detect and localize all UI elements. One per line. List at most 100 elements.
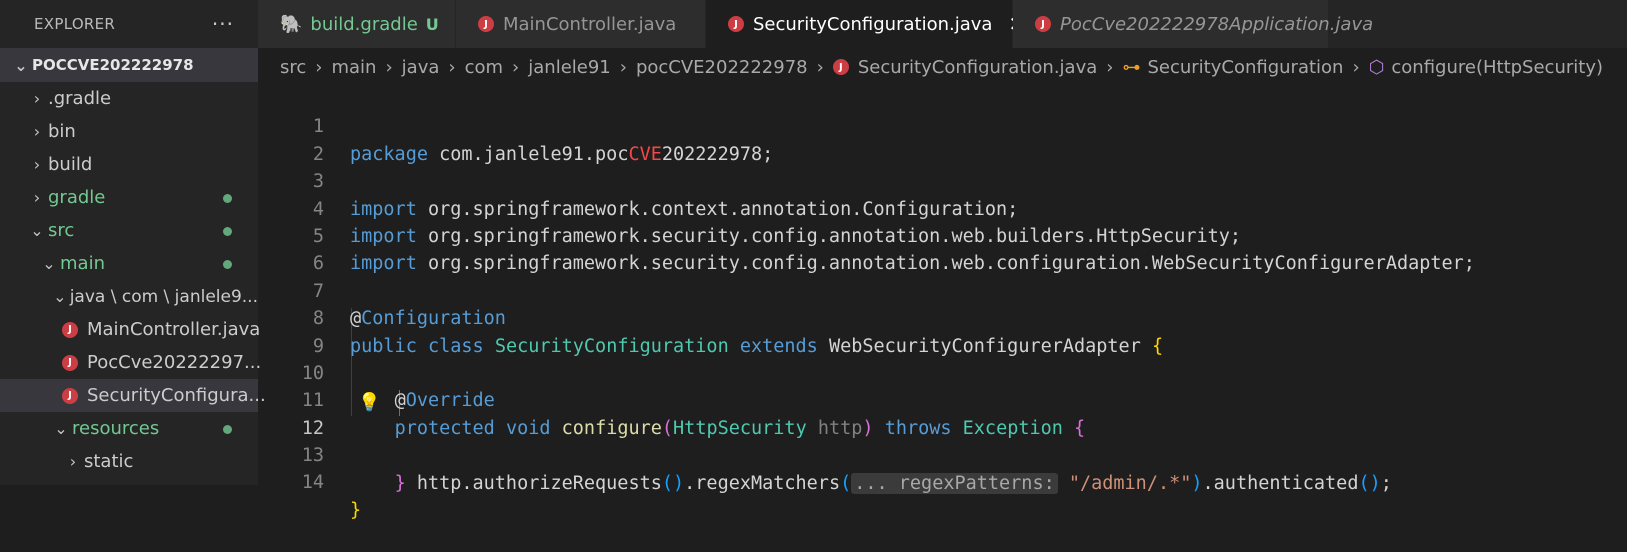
- more-actions-icon[interactable]: ···: [212, 12, 234, 36]
- editor-tabs: 🐘 build.gradle U J MainController.java J…: [258, 0, 1627, 48]
- tree-item-label: src: [48, 220, 75, 241]
- code-line: 9: [258, 305, 1627, 357]
- tab-build-gradle[interactable]: 🐘 build.gradle U: [258, 0, 456, 48]
- tree-item-src[interactable]: ⌄ src: [0, 214, 258, 247]
- chevron-right-icon: ›: [33, 122, 41, 141]
- tree-item-bin[interactable]: › bin: [0, 115, 258, 148]
- breadcrumb-item[interactable]: configure(HttpSecurity): [1391, 57, 1603, 78]
- chevron-right-icon: ›: [33, 155, 41, 174]
- breadcrumb-item[interactable]: SecurityConfiguration.java: [858, 57, 1097, 78]
- chevron-down-icon: ⌄: [53, 287, 67, 306]
- java-file-icon: J: [832, 59, 849, 75]
- breadcrumb-item[interactable]: com: [465, 57, 503, 78]
- modified-dot-icon: [223, 260, 232, 269]
- tree-item-label: bin: [48, 121, 76, 142]
- code-line: 13 }: [258, 415, 1627, 493]
- file-tree: › .gradle › bin › build › gradle ⌄ src ⌄…: [0, 82, 266, 478]
- tree-item-main[interactable]: ⌄ main: [0, 247, 258, 280]
- java-file-icon: J: [62, 321, 78, 338]
- code-line: 11 protected void configure(HttpSecurity…: [258, 360, 1627, 438]
- code-text: http.authorizeRequests().regexMatchers(.…: [416, 472, 1392, 494]
- java-file-icon: J: [1035, 16, 1051, 32]
- tree-item-label: java \ com \ janlele9...: [69, 286, 258, 307]
- chevron-down-icon: ⌄: [54, 419, 68, 438]
- code-line: 10 @Override: [258, 333, 1627, 411]
- code-line: 8 public class SecurityConfiguration ext…: [258, 278, 1627, 356]
- chevron-right-icon: ›: [619, 56, 627, 78]
- chevron-right-icon: ›: [33, 89, 41, 108]
- tree-item-label: static: [84, 451, 134, 472]
- code-line: 5 import org.springframework.security.co…: [258, 196, 1627, 274]
- explorer-title: EXPLORER: [34, 15, 116, 33]
- code-line: 3 import org.springframework.context.ann…: [258, 141, 1627, 219]
- line-number: 14: [301, 472, 324, 494]
- modified-dot-icon: [223, 227, 232, 236]
- chevron-down-icon: ⌄: [30, 221, 44, 240]
- chevron-right-icon: ›: [448, 56, 456, 78]
- tree-item-label: build: [48, 154, 93, 175]
- code-line: 2: [258, 113, 1627, 165]
- breadcrumb-item[interactable]: main: [331, 57, 376, 78]
- tree-item-securityconfiguration[interactable]: J SecurityConfigura...: [0, 379, 266, 412]
- java-file-icon: J: [62, 387, 78, 404]
- code-line: 4 import org.springframework.security.co…: [258, 168, 1627, 247]
- untracked-badge: U: [425, 14, 439, 34]
- tab-label: PocCve202222978Application.java: [1060, 13, 1374, 35]
- code-text: }: [394, 472, 406, 494]
- code-text: }: [350, 499, 362, 521]
- tab-application[interactable]: J PocCve202222978Application.java: [1013, 0, 1373, 48]
- chevron-right-icon: ›: [816, 56, 824, 78]
- java-file-icon: J: [62, 354, 78, 371]
- chevron-right-icon: ›: [1352, 56, 1360, 78]
- tree-item-label: SecurityConfigura...: [87, 385, 266, 406]
- class-symbol-icon: ⊶: [1122, 56, 1141, 78]
- tree-item-label: resources: [72, 418, 160, 439]
- tree-item-gradle[interactable]: › gradle: [0, 181, 258, 214]
- chevron-right-icon: ›: [33, 188, 41, 207]
- code-line: 6: [258, 223, 1627, 274]
- tab-label: SecurityConfiguration.java: [753, 13, 993, 35]
- breadcrumb: src › main › java › com › janlele91 › pocCVE2…: [258, 48, 1627, 86]
- tab-label: MainController.java: [503, 13, 677, 35]
- chevron-right-icon: ›: [1106, 56, 1114, 78]
- tree-item-label: MainController.java: [87, 319, 261, 340]
- tab-maincontroller[interactable]: J MainController.java: [456, 0, 706, 48]
- code-line: 7 @Configuration: [258, 250, 1627, 329]
- tree-item-label: .gradle: [48, 88, 112, 109]
- breadcrumb-item[interactable]: SecurityConfiguration: [1147, 57, 1343, 78]
- tree-item-build[interactable]: › build: [0, 148, 258, 181]
- code-line: 1 package com.janlele91.pocCVE202222978;: [258, 86, 1627, 164]
- modified-dot-icon: [223, 194, 232, 203]
- explorer-header: EXPLORER ···: [0, 0, 258, 48]
- tree-item-static[interactable]: › static: [0, 445, 258, 478]
- tree-item-label: gradle: [48, 187, 106, 208]
- lightbulb-icon[interactable]: 💡: [358, 389, 380, 416]
- tree-item-maincontroller[interactable]: J MainController.java: [0, 313, 261, 346]
- explorer-sidebar: EXPLORER ··· ⌄ POCCVE202222978 › .gradle…: [0, 0, 266, 485]
- java-file-icon: J: [478, 16, 494, 32]
- gradle-elephant-icon: 🐘: [280, 13, 303, 35]
- java-file-icon: J: [728, 16, 744, 32]
- tab-securityconfiguration[interactable]: J SecurityConfiguration.java ✕: [706, 0, 1025, 48]
- breadcrumb-item[interactable]: java: [402, 57, 440, 78]
- code-line-current: 12 💡 http.authorizeRequests().regexMatch…: [258, 387, 1627, 494]
- tree-item-application[interactable]: J PocCve20222297...: [0, 346, 261, 379]
- chevron-right-icon: ›: [315, 56, 323, 78]
- chevron-right-icon: ›: [385, 56, 393, 78]
- inlay-hint: ... regexPatterns:: [851, 472, 1058, 494]
- tree-item-java-package[interactable]: ⌄ java \ com \ janlele9...: [0, 280, 258, 313]
- chevron-right-icon: ›: [512, 56, 520, 78]
- breadcrumb-item[interactable]: janlele91: [528, 57, 611, 78]
- code-editor[interactable]: 1 package com.janlele91.pocCVE202222978;…: [258, 86, 1627, 520]
- tab-label: build.gradle: [310, 13, 418, 35]
- tree-item-resources[interactable]: ⌄ resources: [0, 412, 258, 445]
- tree-item-gradle-folder[interactable]: › .gradle: [0, 82, 258, 115]
- chevron-down-icon: ⌄: [42, 254, 56, 273]
- workspace-root[interactable]: ⌄ POCCVE202222978: [0, 48, 258, 82]
- breadcrumb-item[interactable]: src: [280, 57, 306, 78]
- chevron-right-icon: ›: [69, 452, 77, 471]
- tree-item-label: main: [60, 253, 105, 274]
- method-symbol-icon: ⬡: [1368, 56, 1385, 78]
- modified-dot-icon: [223, 425, 232, 434]
- breadcrumb-item[interactable]: pocCVE202222978: [636, 57, 808, 78]
